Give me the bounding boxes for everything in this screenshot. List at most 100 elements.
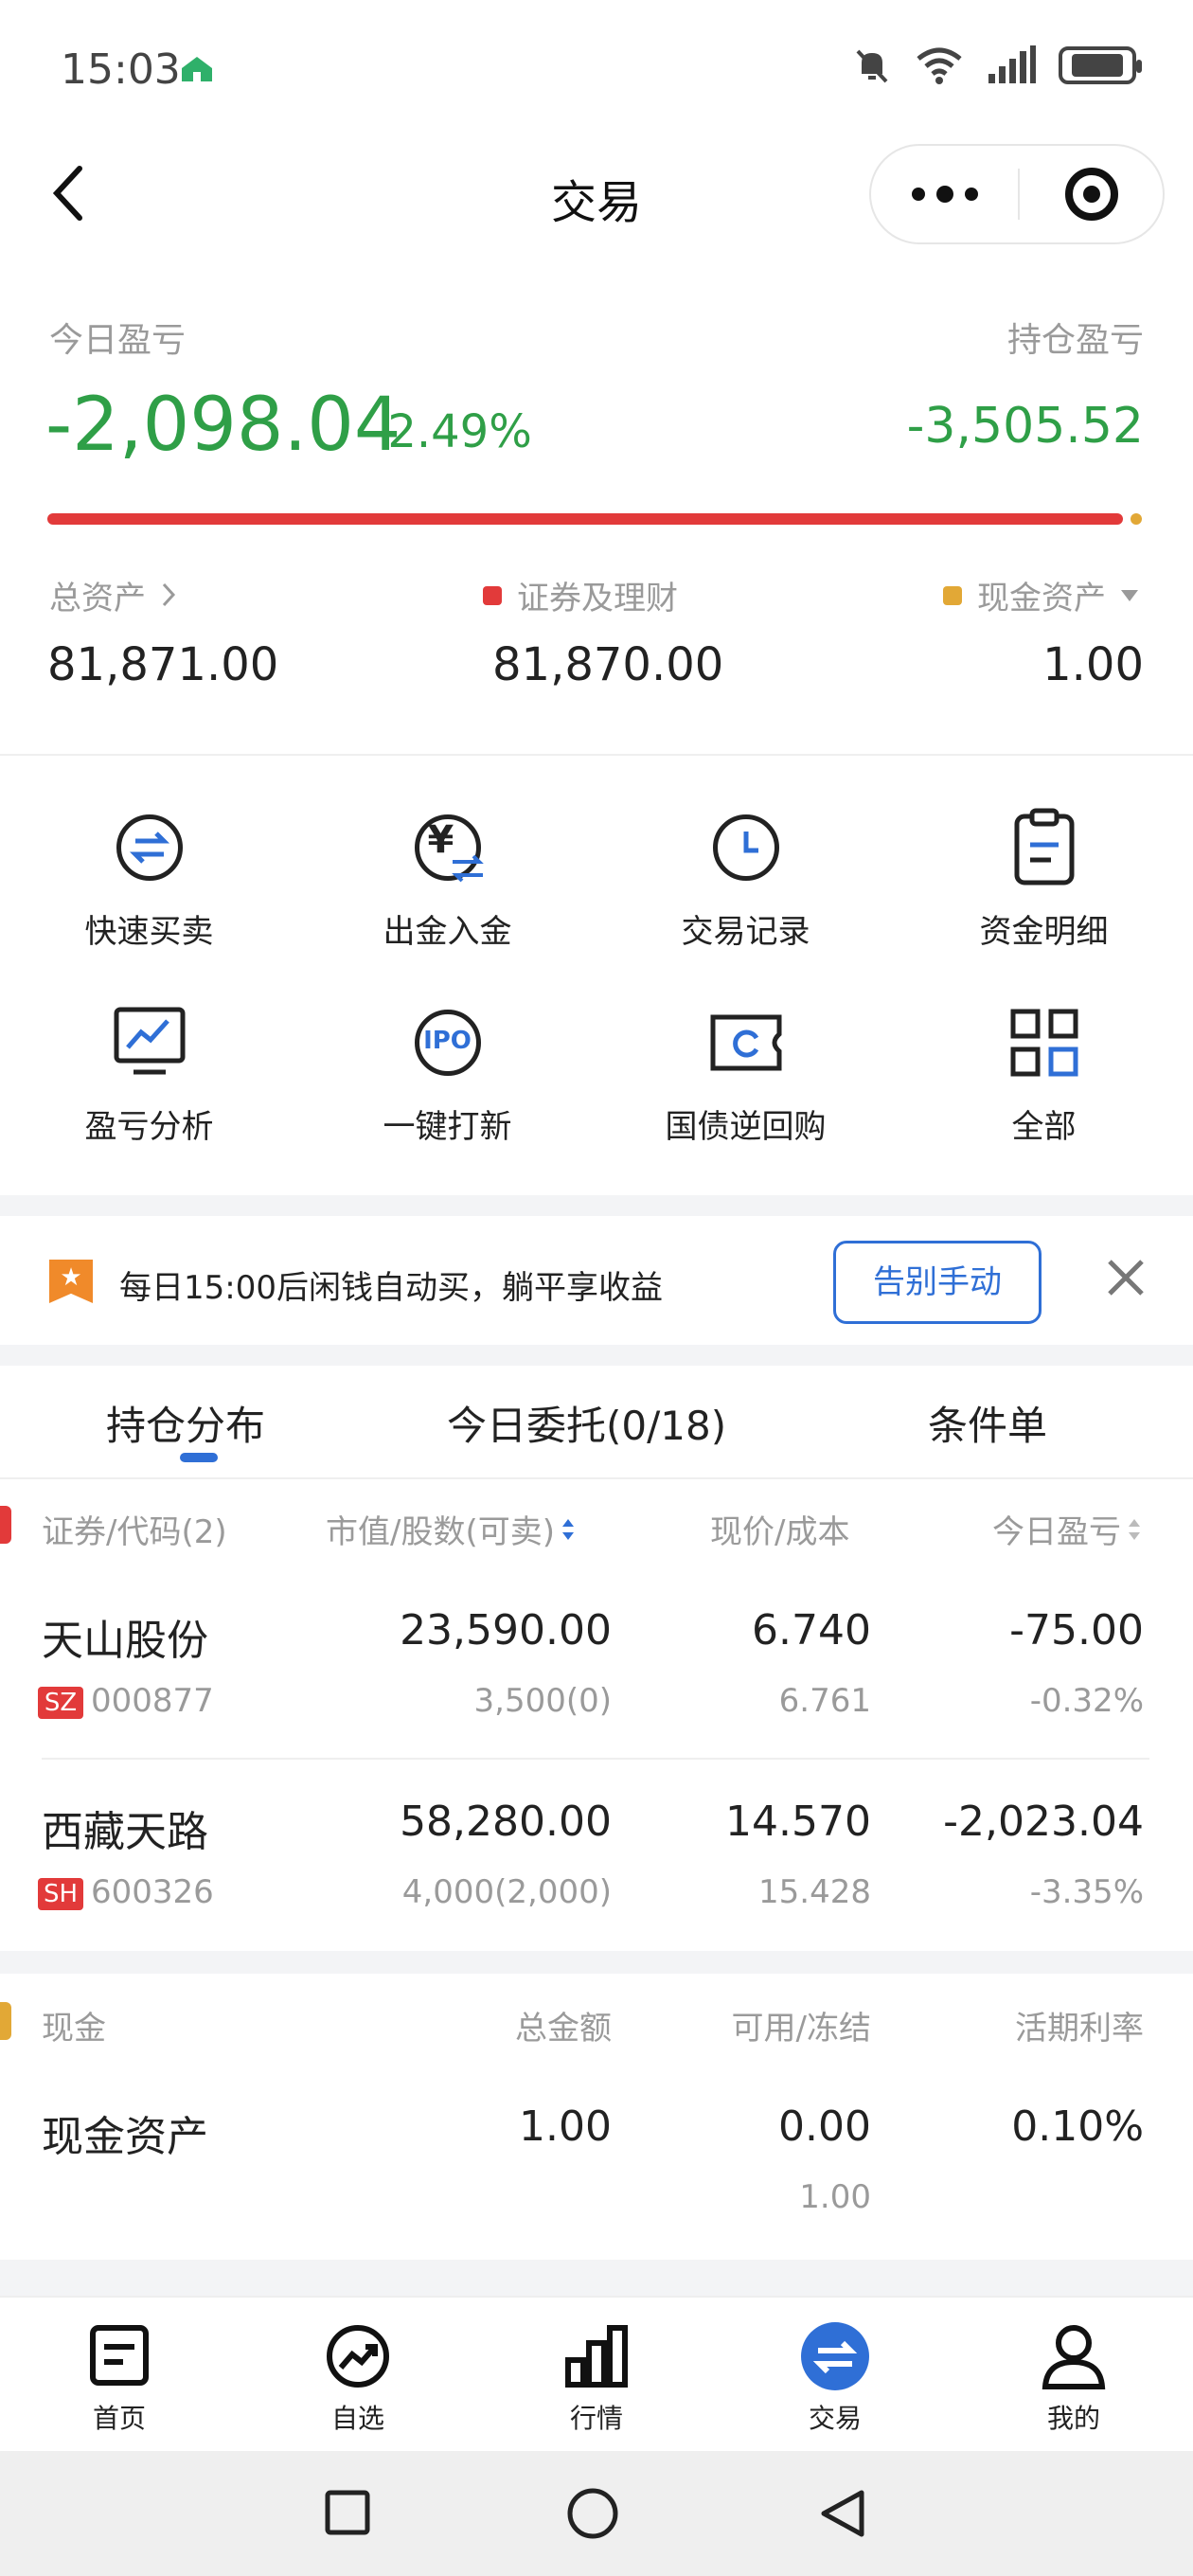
func-label: 一键打新 [383, 1108, 512, 1146]
func-quick-trade[interactable]: 快速买卖 [0, 805, 298, 994]
table-row[interactable]: 西藏天路 SH 600326 58,280.00 4,000(2,000) 14.… [0, 1744, 1193, 1934]
func-label: 盈亏分析 [84, 1108, 214, 1146]
row-market-value: 58,280.00 [400, 1798, 612, 1846]
sort-icon [1129, 1518, 1140, 1540]
row-shares: 3,500(0) [473, 1682, 613, 1720]
signal-icon [988, 45, 1036, 83]
sort-icon [561, 1518, 574, 1540]
securities-value: 81,870.00 [492, 638, 724, 691]
market-badge: SZ [38, 1686, 83, 1719]
trade-swap-icon [799, 2320, 871, 2392]
status-icons [852, 45, 1142, 85]
triangle-back-icon [821, 2490, 864, 2537]
func-pl-analysis[interactable]: 盈亏分析 [0, 1000, 298, 1190]
tab-active-indicator [180, 1453, 218, 1462]
nav-label: 首页 [92, 2403, 146, 2434]
th-market-value-sort[interactable]: 市值/股数(可卖) [326, 1506, 578, 1552]
holding-pl-value: -3,505.52 [906, 398, 1144, 455]
section-gap [0, 1951, 1193, 1974]
tab-today-orders[interactable]: 今日委托(0/18) [447, 1394, 726, 1452]
star-badge-icon: ★ [49, 1260, 93, 1303]
close-icon [1108, 1260, 1144, 1296]
mini-program-capsule [869, 144, 1165, 244]
close-mini-program-button[interactable] [1021, 146, 1163, 242]
divider [0, 754, 1193, 756]
home-status-icon [178, 53, 216, 85]
trend-circle-icon [322, 2320, 394, 2392]
nav-profile[interactable]: 我的 [954, 2298, 1193, 2453]
nav-trade[interactable]: 交易 [716, 2298, 954, 2453]
recents-button[interactable] [324, 2489, 371, 2540]
func-label: 资金明细 [979, 913, 1109, 951]
th-today-pl-sort[interactable]: 今日盈亏 [992, 1506, 1144, 1552]
home-button[interactable] [566, 2487, 619, 2544]
func-label: 出金入金 [383, 913, 512, 951]
table-row[interactable]: 天山股份 SZ 000877 23,590.00 3,500(0) 6.740 6… [0, 1553, 1193, 1743]
th-total-amount: 总金额 [515, 2010, 612, 2048]
section-gap [0, 1195, 1193, 1216]
caret-down-icon [1121, 589, 1138, 601]
bar-chart-icon [561, 2320, 632, 2392]
row-shares: 4,000(2,000) [401, 1873, 612, 1911]
promo-text: 每日15:00后闲钱自动买，躺平享收益 [119, 1269, 663, 1307]
ipo-icon: IPO [405, 1000, 490, 1085]
func-deposit-withdraw[interactable]: ¥ 出金入金 [298, 805, 596, 994]
holding-pl-label: 持仓盈亏 [1006, 321, 1144, 360]
row-pl: -75.00 [1009, 1606, 1144, 1655]
promo-close-button[interactable] [1100, 1252, 1151, 1303]
cash-asset-label: 现金资产 [977, 580, 1106, 617]
th-security: 证券/代码(2) [42, 1513, 227, 1551]
tab-conditional-orders[interactable]: 条件单 [928, 1394, 1047, 1452]
back-system-button[interactable] [816, 2487, 869, 2544]
securities-label-wrap: 证券及理财 [483, 572, 678, 618]
func-reverse-repo[interactable]: 国债逆回购 [596, 1000, 895, 1190]
total-asset-link[interactable]: 总资产 [49, 572, 181, 618]
system-nav-bar [0, 2451, 1193, 2576]
cash-row-available: 0.00 [778, 2102, 871, 2151]
th-price-cost: 现价/成本 [710, 1513, 850, 1551]
func-label: 国债逆回购 [665, 1108, 827, 1146]
cash-row[interactable]: 现金资产 1.00 0.00 1.00 0.10% [0, 2055, 1193, 2245]
battery-icon [1059, 46, 1142, 84]
func-fund-details[interactable]: 资金明细 [895, 805, 1193, 994]
clipboard-icon [1002, 805, 1087, 890]
func-label: 交易记录 [681, 913, 810, 951]
row-code: 000877 [91, 1682, 214, 1720]
home-doc-icon [83, 2320, 155, 2392]
func-all[interactable]: 全部 [895, 1000, 1193, 1190]
nav-label: 自选 [330, 2403, 384, 2434]
func-trade-records[interactable]: 交易记录 [596, 805, 895, 994]
section-gap [0, 2260, 1193, 2296]
func-ipo[interactable]: IPO 一键打新 [298, 1000, 596, 1190]
cash-section-mark [0, 2002, 11, 2040]
nav-label: 我的 [1046, 2403, 1100, 2434]
more-button[interactable] [871, 146, 1019, 242]
nav-watchlist[interactable]: 自选 [239, 2298, 477, 2453]
nav-label: 交易 [808, 2403, 862, 2434]
holdings-section-mark [0, 1506, 11, 1544]
more-dots-icon [906, 186, 984, 203]
yuan-transfer-icon: ¥ [405, 805, 490, 890]
today-pl-value: -2,098.04 [45, 383, 401, 468]
promo-action-button[interactable]: 告别手动 [833, 1241, 1042, 1324]
nav-home[interactable]: 首页 [0, 2298, 239, 2453]
clock-icon [703, 805, 789, 890]
tab-holdings[interactable]: 持仓分布 [106, 1394, 265, 1452]
wifi-icon [917, 47, 962, 84]
func-label: 全部 [1011, 1108, 1077, 1146]
row-name: 西藏天路 [42, 1808, 208, 1856]
row-cost: 6.761 [778, 1682, 871, 1720]
cash-asset-value: 1.00 [1042, 638, 1144, 691]
nav-market[interactable]: 行情 [477, 2298, 716, 2453]
cash-row-frozen: 1.00 [799, 2178, 871, 2216]
chevron-right-icon [162, 582, 175, 607]
total-asset-value: 81,871.00 [47, 638, 279, 691]
today-pl-percent: -2.49% [371, 405, 532, 458]
row-code-wrap: SH 600326 [38, 1873, 214, 1911]
th-available-frozen: 可用/冻结 [731, 2010, 871, 2048]
chart-monitor-icon [107, 1000, 192, 1085]
row-price: 6.740 [752, 1606, 871, 1655]
th-interest-rate: 活期利率 [1015, 2010, 1144, 2048]
cash-asset-dropdown[interactable]: 现金资产 [943, 572, 1144, 618]
row-code: 600326 [91, 1873, 214, 1911]
